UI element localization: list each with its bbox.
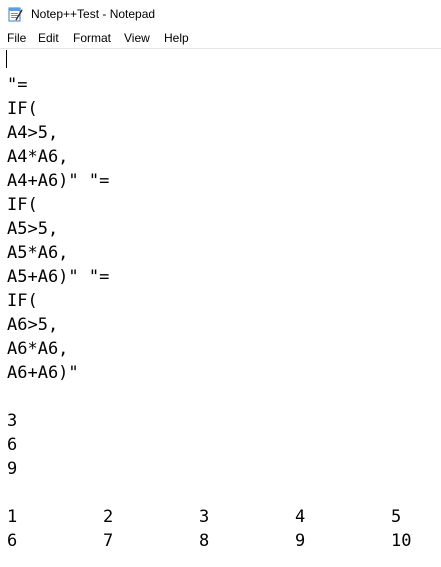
tab-cell: 9	[295, 531, 306, 551]
editor-line: A6>5,	[7, 315, 59, 335]
editor-line: "=	[7, 75, 28, 95]
title-bar[interactable]: Notep++Test - Notepad	[0, 0, 441, 28]
tab-cell: 10	[391, 531, 412, 551]
menu-bar: File Edit Format View Help	[0, 28, 441, 48]
editor-line: A5>5,	[7, 219, 59, 239]
menu-help[interactable]: Help	[164, 31, 189, 45]
editor-line: A4>5,	[7, 123, 59, 143]
text-caret	[6, 50, 7, 68]
editor-line: A6+A6)"	[7, 363, 79, 383]
menu-format[interactable]: Format	[73, 31, 111, 45]
tab-cell: 8	[199, 531, 210, 551]
editor-line: A4+A6)" "=	[7, 171, 110, 191]
tab-cell: 1	[7, 507, 18, 527]
editor-line: A4*A6,	[7, 147, 69, 167]
editor-line: IF(	[7, 291, 38, 311]
editor-line: 9	[7, 459, 18, 479]
tab-cell: 5	[391, 507, 402, 527]
window-title: Notep++Test - Notepad	[31, 7, 156, 21]
menu-file[interactable]: File	[7, 31, 26, 45]
tab-cell: 2	[103, 507, 114, 527]
tab-cell: 7	[103, 531, 114, 551]
tab-cell: 4	[295, 507, 306, 527]
editor-line: 3	[7, 411, 18, 431]
text-editor[interactable]: "= IF( A4>5, A4*A6, A4+A6)" "= IF( A5>5,…	[0, 49, 441, 567]
editor-line: IF(	[7, 99, 38, 119]
tab-cell: 3	[199, 507, 210, 527]
menu-edit[interactable]: Edit	[38, 31, 59, 45]
notepad-icon	[8, 7, 23, 22]
editor-line: A6*A6,	[7, 339, 69, 359]
editor-line: 6	[7, 435, 18, 455]
editor-line: IF(	[7, 195, 38, 215]
editor-line: A5*A6,	[7, 243, 69, 263]
editor-line: A5+A6)" "=	[7, 267, 110, 287]
tab-cell: 6	[7, 531, 18, 551]
menu-view[interactable]: View	[124, 31, 150, 45]
